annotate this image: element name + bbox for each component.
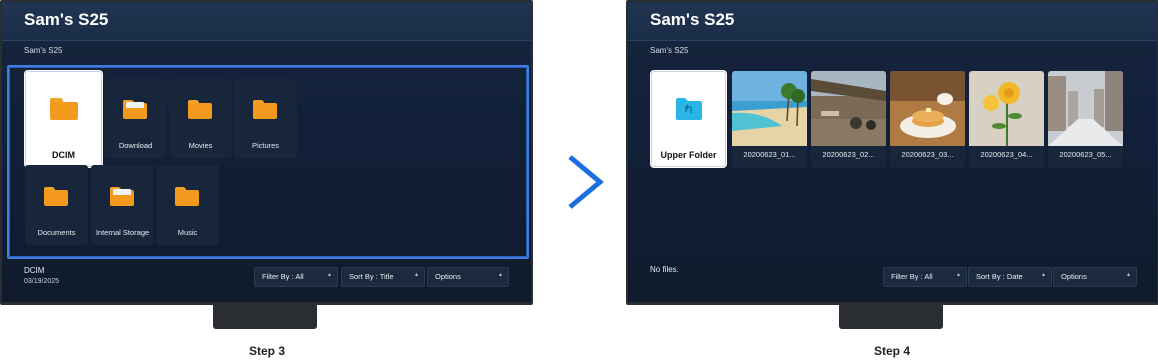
snowy-street-image	[1048, 71, 1123, 146]
selected-item-name: DCIM	[24, 266, 45, 275]
tv-step4: Sam's S25 Sam's S25 Upper Folder 2020062…	[626, 0, 1158, 305]
photo-label: 20200623_03...	[901, 150, 954, 159]
step-caption: Step 4	[873, 344, 910, 358]
breadcrumb: Sam's S25	[24, 46, 63, 55]
page-title: Sam's S25	[24, 10, 109, 29]
options-label: Options	[1061, 272, 1087, 281]
caret-up-icon: ▴	[498, 272, 502, 278]
sort-label: Sort By : Title	[349, 272, 394, 281]
folder-icon	[253, 100, 277, 119]
chevron-right-icon	[568, 155, 604, 209]
tv-step3: Sam's S25 Sam's S25 DCIM Download Movies	[0, 0, 533, 305]
folder-label: Movies	[188, 141, 213, 150]
tv-stand	[839, 305, 943, 329]
folder-label: Music	[177, 228, 198, 237]
folder-icon	[50, 98, 78, 120]
caret-up-icon: ▴	[1041, 272, 1045, 278]
folder-icon	[175, 187, 199, 206]
sort-button[interactable]: Sort By : Date ▴	[968, 267, 1052, 287]
cafe-image	[811, 71, 886, 146]
upper-folder-button[interactable]: Upper Folder	[651, 71, 726, 167]
folder-label: Documents	[37, 228, 76, 237]
options-label: Options	[435, 272, 461, 281]
photo-label: 20200623_01...	[743, 150, 796, 159]
caret-up-icon: ▴	[414, 272, 418, 278]
filter-button[interactable]: Filter By : All ▴	[883, 267, 967, 287]
filter-button[interactable]: Filter By : All ▴	[254, 267, 338, 287]
sort-label: Sort By : Date	[976, 272, 1023, 281]
photo-label: 20200623_04...	[980, 150, 1033, 159]
folder-movies[interactable]: Movies	[169, 78, 232, 158]
upper-folder-label: Upper Folder	[660, 150, 717, 160]
breadcrumb: Sam's S25	[650, 46, 689, 55]
header: Sam's S25	[628, 2, 1157, 41]
screen-step3: Sam's S25 Sam's S25 DCIM Download Movies	[2, 2, 531, 302]
rose-image	[969, 71, 1044, 146]
folder-icon	[44, 187, 68, 206]
beach-image	[732, 71, 807, 146]
photo-label: 20200623_02...	[822, 150, 875, 159]
screen-step4: Sam's S25 Sam's S25 Upper Folder 2020062…	[628, 2, 1157, 302]
status-text: No files.	[650, 265, 679, 274]
folder-label: DCIM	[52, 150, 75, 160]
folder-icon	[110, 187, 134, 206]
folder-internal-storage[interactable]: Internal Storage	[91, 165, 154, 245]
folder-label: Internal Storage	[95, 228, 150, 237]
folder-dcim[interactable]: DCIM	[25, 71, 102, 167]
caret-up-icon: ▴	[1126, 272, 1130, 278]
page-title: Sam's S25	[650, 10, 735, 29]
selected-item-date: 03/19/2025	[24, 278, 60, 285]
options-button[interactable]: Options ▴	[1053, 267, 1137, 287]
upper-folder-icon	[676, 98, 702, 120]
folder-download[interactable]: Download	[104, 78, 167, 158]
header: Sam's S25	[2, 2, 531, 41]
photo-thumbnail[interactable]: 20200623_05...	[1048, 71, 1123, 168]
folder-pictures[interactable]: Pictures	[234, 78, 297, 158]
photo-thumbnail[interactable]: 20200623_01...	[732, 71, 807, 168]
filter-label: Filter By : All	[262, 272, 304, 281]
step-caption: Step 3	[248, 344, 285, 358]
photo-thumbnail[interactable]: 20200623_03...	[890, 71, 965, 168]
options-button[interactable]: Options ▴	[427, 267, 509, 287]
folder-icon	[123, 100, 147, 119]
folder-music[interactable]: Music	[156, 165, 219, 245]
folder-icon	[188, 100, 212, 119]
folder-label: Pictures	[251, 141, 280, 150]
pancakes-image	[890, 71, 965, 146]
caret-up-icon: ▴	[327, 272, 331, 278]
photo-label: 20200623_05...	[1059, 150, 1112, 159]
tv-stand	[213, 305, 317, 329]
sort-button[interactable]: Sort By : Title ▴	[341, 267, 425, 287]
filter-label: Filter By : All	[891, 272, 933, 281]
caret-up-icon: ▴	[956, 272, 960, 278]
photo-thumbnail[interactable]: 20200623_02...	[811, 71, 886, 168]
folder-label: Download	[118, 141, 153, 150]
photo-thumbnail[interactable]: 20200623_04...	[969, 71, 1044, 168]
folder-documents[interactable]: Documents	[25, 165, 88, 245]
